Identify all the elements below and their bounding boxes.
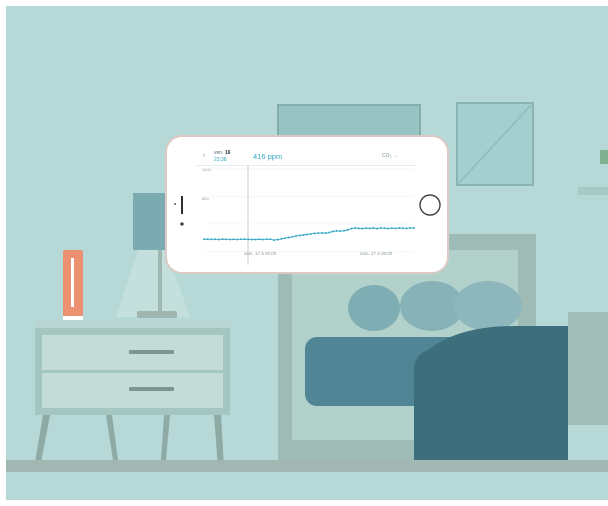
data-point: [206, 238, 209, 241]
gas-selector[interactable]: CO₂ ⌄: [382, 153, 398, 159]
data-point: [343, 229, 345, 232]
co2-reading: 416 ppm: [253, 152, 283, 161]
data-point: [214, 238, 217, 241]
data-point: [273, 239, 275, 242]
data-point: [346, 228, 349, 231]
time-label: 23:38: [214, 157, 227, 163]
chevron-left-icon[interactable]: ‹: [203, 152, 205, 159]
data-point: [390, 227, 393, 230]
data-point: [265, 238, 268, 241]
data-point: [324, 232, 327, 235]
data-point: [306, 233, 309, 236]
data-point: [357, 227, 360, 230]
data-point: [383, 227, 386, 230]
data-point: [409, 226, 412, 229]
data-point: [258, 238, 261, 241]
data-point: [339, 230, 342, 233]
data-point: [313, 232, 316, 235]
data-point: [239, 238, 242, 241]
data-point: [302, 234, 305, 237]
data-point: [413, 227, 415, 230]
data-point: [401, 227, 404, 230]
x-tick-label: sam. 17 à 00:00: [244, 251, 277, 256]
gas-label: CO₂: [382, 153, 392, 159]
data-point: [335, 229, 338, 232]
date-prefix: ven.: [214, 150, 224, 156]
data-point: [217, 238, 220, 241]
data-point: [232, 238, 235, 241]
data-point: [331, 230, 334, 233]
air-monitor-device: [63, 250, 83, 320]
data-point: [276, 238, 279, 241]
data-point: [243, 238, 246, 241]
data-point: [210, 238, 213, 241]
data-point: [203, 238, 205, 241]
data-point: [328, 231, 331, 234]
data-point: [269, 238, 272, 241]
data-point: [317, 232, 320, 235]
data-point: [236, 238, 239, 241]
data-point: [261, 238, 264, 241]
data-point: [287, 236, 290, 239]
data-point: [394, 227, 397, 230]
data-point: [372, 227, 375, 230]
data-point: [247, 238, 250, 241]
data-point: [295, 234, 298, 237]
date-day: 16: [224, 150, 231, 156]
data-point: [365, 227, 368, 230]
x-tick-label: sam. 17 à 06:00: [360, 251, 393, 256]
chevron-down-icon: ⌄: [393, 153, 398, 159]
data-point: [361, 227, 364, 230]
data-point: [320, 231, 323, 234]
data-point: [350, 227, 353, 230]
data-point: [354, 227, 357, 230]
data-point: [368, 227, 371, 230]
data-point: [250, 238, 253, 241]
data-point: [221, 238, 224, 241]
data-point: [225, 238, 228, 241]
data-point: [387, 227, 390, 230]
data-point: [298, 234, 301, 237]
data-point: [291, 235, 294, 238]
data-point: [228, 238, 231, 241]
phone-screen: ‹ ven. 16 23:38 416 ppm CO₂ ⌄ 1000 800 sa…: [196, 147, 416, 267]
data-point: [254, 238, 257, 241]
date-label[interactable]: ven. 16: [214, 150, 230, 156]
data-point: [280, 237, 283, 240]
data-point: [405, 227, 408, 230]
wall-picture: [456, 102, 534, 186]
data-point: [379, 226, 382, 229]
data-point: [309, 232, 312, 235]
data-point: [284, 237, 287, 240]
data-point: [376, 227, 379, 230]
data-point: [398, 227, 401, 230]
series-line: [203, 227, 415, 241]
app-header: ‹ ven. 16 23:38 416 ppm CO₂ ⌄: [196, 147, 416, 166]
